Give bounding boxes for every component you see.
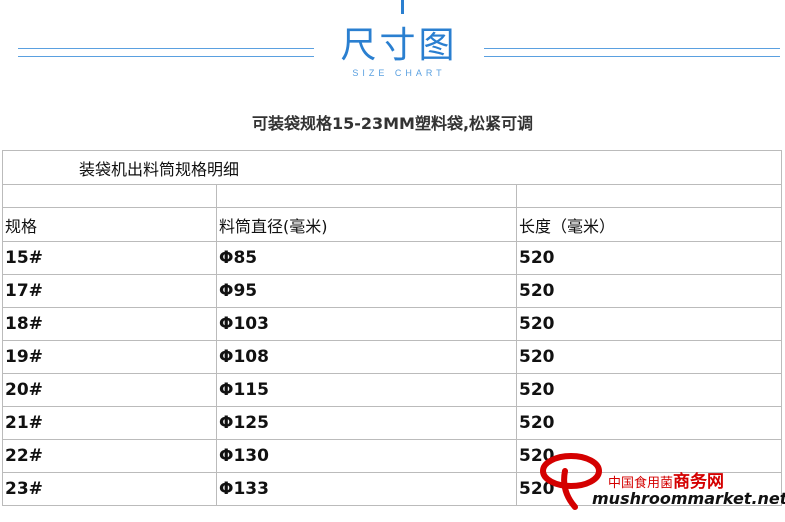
column-header-diameter: 料筒直径(毫米) xyxy=(216,207,517,242)
cell-diameter: Φ115 xyxy=(216,373,517,407)
cell-diameter: Φ125 xyxy=(216,406,517,440)
spec-table: 装袋机出料筒规格明细 规格 料筒直径(毫米) 长度（毫米） 15# Φ85 520 1… xyxy=(2,150,782,506)
table-row: 17# Φ95 520 xyxy=(2,274,782,308)
table-spacer-row xyxy=(2,184,782,208)
table-section-title: 装袋机出料筒规格明细 xyxy=(2,150,782,185)
cell-length: 520 xyxy=(516,373,782,407)
table-row: 15# Φ85 520 xyxy=(2,241,782,275)
cell-diameter: Φ103 xyxy=(216,307,517,341)
cell-size: 21# xyxy=(2,406,217,440)
cell-size: 17# xyxy=(2,274,217,308)
cell-diameter: Φ108 xyxy=(216,340,517,374)
cell-diameter: Φ85 xyxy=(216,241,517,275)
cell-diameter: Φ133 xyxy=(216,472,517,506)
cell-size: 19# xyxy=(2,340,217,374)
top-accent-tick xyxy=(401,0,404,14)
header-divider-right xyxy=(484,48,780,57)
cell-length: 520 xyxy=(516,274,782,308)
cell-size: 22# xyxy=(2,439,217,473)
cell-diameter: Φ95 xyxy=(216,274,517,308)
cell-length: 520 xyxy=(516,307,782,341)
column-header-length: 长度（毫米） xyxy=(516,207,782,242)
cell-size: 23# xyxy=(2,472,217,506)
cell-length: 520 xyxy=(516,241,782,275)
table-row: 20# Φ115 520 xyxy=(2,373,782,407)
cell-length: 520 xyxy=(516,340,782,374)
table-header-row: 规格 料筒直径(毫米) 长度（毫米） xyxy=(2,207,782,242)
cell-size: 18# xyxy=(2,307,217,341)
bag-spec-caption: 可装袋规格15-23MM塑料袋,松紧可调 xyxy=(251,114,534,133)
watermark-url: mushroommarket.net xyxy=(592,489,785,508)
cell-size: 20# xyxy=(2,373,217,407)
cell-length: 520 xyxy=(516,406,782,440)
spacer-cell xyxy=(516,184,782,208)
column-header-size: 规格 xyxy=(2,207,217,242)
table-section-row: 装袋机出料筒规格明细 xyxy=(2,150,782,185)
table-row: 21# Φ125 520 xyxy=(2,406,782,440)
spacer-cell xyxy=(216,184,517,208)
table-row: 18# Φ103 520 xyxy=(2,307,782,341)
cell-diameter: Φ130 xyxy=(216,439,517,473)
header-divider-left xyxy=(18,48,314,57)
cell-size: 15# xyxy=(2,241,217,275)
table-row: 19# Φ108 520 xyxy=(2,340,782,374)
spacer-cell xyxy=(2,184,217,208)
size-chart-title: 尺寸图 xyxy=(340,25,458,66)
size-chart-subtitle: SIZE CHART xyxy=(352,68,446,78)
